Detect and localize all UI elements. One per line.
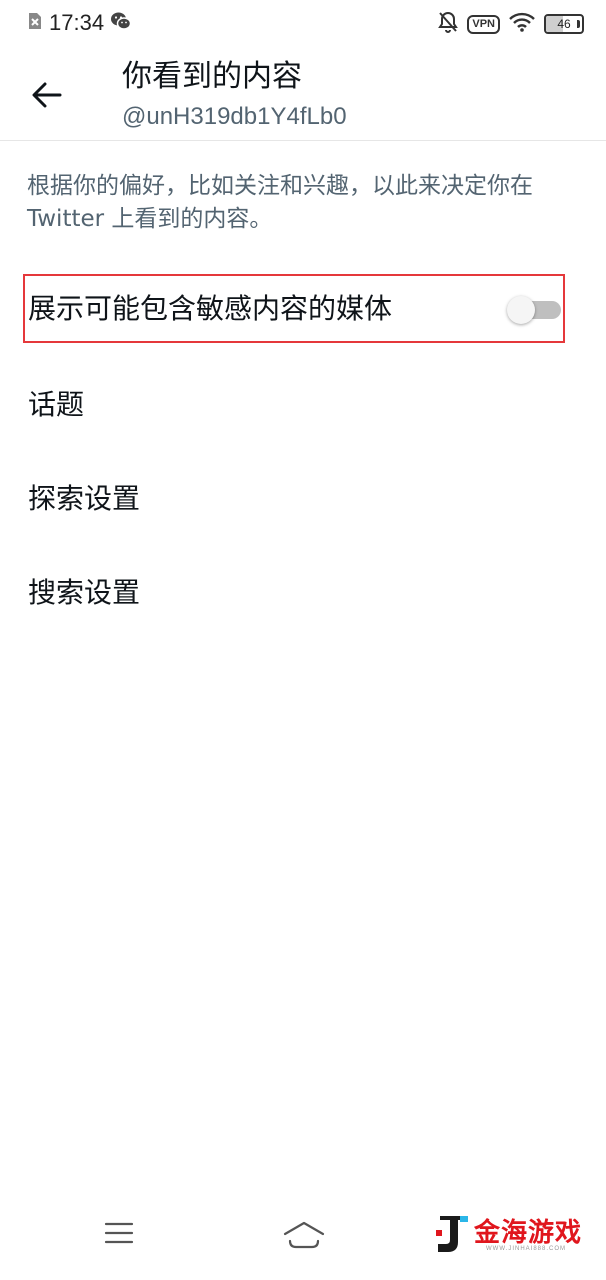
bell-muted-icon <box>438 11 459 37</box>
header: 你看到的内容 @unH319db1Y4fLb0 <box>0 46 606 141</box>
watermark-text: 金海游戏 <box>474 1218 583 1248</box>
vpn-icon: VPN <box>467 14 500 34</box>
wifi-icon <box>509 12 535 36</box>
topics-label: 话题 <box>28 388 85 421</box>
page-title: 你看到的内容 <box>122 59 302 94</box>
home-icon <box>282 1221 326 1256</box>
watermark: 金海游戏 WWW.JINHAI888.COM <box>430 1210 600 1258</box>
search-settings[interactable]: 搜索设置 <box>0 558 606 628</box>
battery-body: 46 <box>544 14 584 34</box>
status-time: 17:34 <box>49 10 105 35</box>
menu-icon <box>104 1222 134 1250</box>
home-button[interactable] <box>282 1218 326 1252</box>
battery-level: 46 <box>557 17 571 31</box>
account-handle: @unH319db1Y4fLb0 <box>122 103 347 130</box>
search-settings-label: 搜索设置 <box>28 576 141 609</box>
explore-settings-label: 探索设置 <box>28 482 141 515</box>
battery-icon: 46 <box>544 14 584 34</box>
watermark-subtext: WWW.JINHAI888.COM <box>486 1246 567 1252</box>
toggle-thumb <box>507 296 535 324</box>
sensitive-media-toggle[interactable] <box>507 296 561 324</box>
topics-setting[interactable]: 话题 <box>0 370 606 440</box>
status-bar-left: 17:34 <box>27 10 132 36</box>
menu-button[interactable] <box>104 1220 134 1250</box>
status-bar-right: VPN 46 <box>438 11 584 37</box>
navigation-bar: 金海游戏 WWW.JINHAI888.COM <box>0 1210 606 1280</box>
sensitive-media-setting[interactable]: 展示可能包含敏感内容的媒体 <box>0 274 606 344</box>
status-bar: 17:34 VPN 46 <box>0 0 606 46</box>
wechat-icon <box>110 11 132 35</box>
explore-settings[interactable]: 探索设置 <box>0 464 606 534</box>
settings-description: 根据你的偏好，比如关注和兴趣，以此来决定你在 Twitter 上看到的内容。 <box>27 173 533 232</box>
arrow-left-icon <box>32 82 62 112</box>
sensitive-media-label: 展示可能包含敏感内容的媒体 <box>28 292 393 325</box>
back-button[interactable] <box>24 74 70 120</box>
sim-off-icon <box>27 11 43 35</box>
watermark-logo-icon <box>432 1212 472 1260</box>
